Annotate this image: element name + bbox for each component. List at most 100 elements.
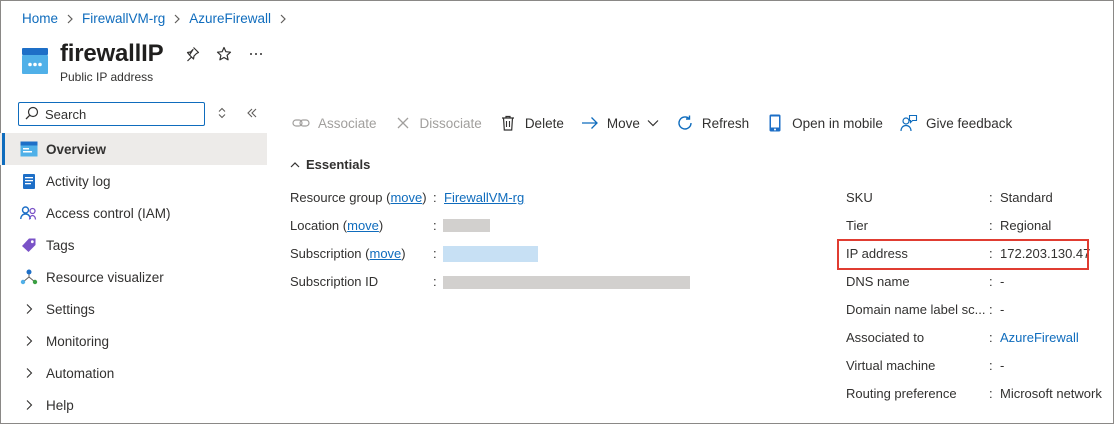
- resource-group-link[interactable]: FirewallVM-rg: [444, 190, 524, 205]
- associate-button[interactable]: Associate: [292, 114, 377, 132]
- trash-icon: [499, 114, 517, 132]
- domain-name-value: -: [1000, 302, 1005, 317]
- nav-item-settings[interactable]: Settings: [0, 293, 267, 325]
- chevron-down-icon: [647, 119, 659, 127]
- essentials-heading: Essentials: [306, 157, 371, 172]
- label-text: Subscription: [290, 246, 362, 261]
- move-button[interactable]: Move: [581, 114, 659, 132]
- nav-item-label: Overview: [46, 141, 107, 157]
- chevron-right-icon: [20, 335, 38, 347]
- pin-icon[interactable]: [181, 44, 203, 64]
- virtual-machine-label: Virtual machine: [846, 358, 936, 373]
- dissociate-button[interactable]: Dissociate: [394, 114, 482, 132]
- chevron-right-icon: [173, 14, 181, 24]
- refresh-label: Refresh: [701, 115, 750, 131]
- move-location-link[interactable]: move: [347, 218, 379, 233]
- colon: :: [989, 218, 993, 233]
- page-subtitle: Public IP address: [60, 70, 154, 84]
- label-text: Resource group: [290, 190, 383, 205]
- colon: :: [433, 274, 437, 289]
- nav-item-label: Automation: [46, 365, 115, 381]
- nav-item-tags[interactable]: Tags: [0, 229, 267, 261]
- nav-search-input[interactable]: [45, 106, 195, 122]
- nav-item-resource-visualizer[interactable]: Resource visualizer: [0, 261, 267, 293]
- chevron-right-icon: [20, 399, 38, 411]
- resource-visualizer-icon: [20, 268, 38, 286]
- chevron-up-icon: [290, 161, 300, 167]
- collapse-menu-icon[interactable]: [243, 104, 261, 122]
- subscription-id-label: Subscription ID: [290, 274, 379, 289]
- tier-label: Tier: [846, 218, 868, 233]
- domain-name-label: Domain name label sc...: [846, 302, 986, 317]
- colon: :: [989, 190, 993, 205]
- overview-icon: [20, 140, 38, 158]
- dns-name-value: -: [1000, 274, 1005, 289]
- associate-label: Associate: [318, 115, 377, 131]
- breadcrumb-firewall[interactable]: AzureFirewall: [189, 11, 271, 26]
- delete-label: Delete: [524, 115, 564, 131]
- give-feedback-label: Give feedback: [925, 115, 1013, 131]
- give-feedback-button[interactable]: Give feedback: [900, 114, 1012, 132]
- chevron-right-icon: [20, 303, 38, 315]
- delete-button[interactable]: Delete: [499, 114, 564, 132]
- command-bar: Associate Dissociate Delete Move Refresh…: [292, 112, 1029, 134]
- nav-item-label: Monitoring: [46, 333, 110, 349]
- associated-to-label: Associated to: [846, 330, 925, 345]
- redacted-subscription[interactable]: [443, 246, 538, 262]
- refresh-button[interactable]: Refresh: [676, 114, 749, 132]
- activity-log-icon: [20, 172, 38, 190]
- chevron-right-icon: [279, 14, 287, 24]
- associated-to-link[interactable]: AzureFirewall: [1000, 330, 1079, 345]
- star-icon[interactable]: [213, 44, 235, 64]
- chevron-right-icon: [20, 367, 38, 379]
- refresh-icon: [676, 114, 694, 132]
- label-text: Location: [290, 218, 340, 233]
- move-resource-group-link[interactable]: move: [390, 190, 422, 205]
- dissociate-label: Dissociate: [419, 115, 482, 131]
- mobile-icon: [766, 114, 784, 132]
- breadcrumb-home[interactable]: Home: [22, 11, 58, 26]
- redacted-subscription-id: [443, 276, 690, 289]
- arrow-right-icon: [581, 114, 599, 132]
- resource-group-label: Resource group (move): [290, 190, 427, 205]
- subscription-label: Subscription (move): [290, 246, 406, 261]
- nav-item-label: Help: [46, 397, 74, 413]
- nav-item-help[interactable]: Help: [0, 389, 267, 421]
- breadcrumb-resource-group[interactable]: FirewallVM-rg: [82, 11, 165, 26]
- colon: :: [433, 218, 437, 233]
- link-icon: [292, 114, 310, 132]
- nav-item-activity-log[interactable]: Activity log: [0, 165, 267, 197]
- essentials-toggle[interactable]: Essentials: [290, 157, 370, 172]
- nav-item-automation[interactable]: Automation: [0, 357, 267, 389]
- virtual-machine-value: -: [1000, 358, 1005, 373]
- move-subscription-link[interactable]: move: [370, 246, 402, 261]
- expand-collapse-icon[interactable]: [213, 104, 231, 122]
- nav-search-box[interactable]: [18, 102, 205, 126]
- location-label: Location (move): [290, 218, 384, 233]
- colon: :: [989, 330, 993, 345]
- nav-item-label: Tags: [46, 237, 75, 253]
- redacted-location: [443, 219, 490, 232]
- open-in-mobile-button[interactable]: Open in mobile: [766, 114, 883, 132]
- colon: :: [989, 274, 993, 289]
- nav-item-access-control[interactable]: Access control (IAM): [0, 197, 267, 229]
- nav-item-label: Resource visualizer: [46, 269, 164, 285]
- nav-item-overview[interactable]: Overview: [0, 133, 267, 165]
- colon: :: [433, 246, 437, 261]
- routing-preference-label: Routing preference: [846, 386, 957, 401]
- search-icon: [25, 106, 39, 123]
- sku-label: SKU: [846, 190, 873, 205]
- tier-value: Regional: [1000, 218, 1052, 233]
- nav-item-monitoring[interactable]: Monitoring: [0, 325, 267, 357]
- routing-preference-value: Microsoft network: [1000, 386, 1102, 401]
- colon: :: [433, 190, 437, 205]
- colon: :: [989, 358, 993, 373]
- sku-value: Standard: [1000, 190, 1053, 205]
- more-icon[interactable]: [245, 44, 267, 64]
- dns-name-label: DNS name: [846, 274, 910, 289]
- chevron-right-icon: [66, 14, 74, 24]
- iam-icon: [20, 204, 38, 222]
- public-ip-icon: [22, 48, 48, 74]
- open-in-mobile-label: Open in mobile: [792, 115, 883, 131]
- page-title: firewallIP: [60, 40, 164, 67]
